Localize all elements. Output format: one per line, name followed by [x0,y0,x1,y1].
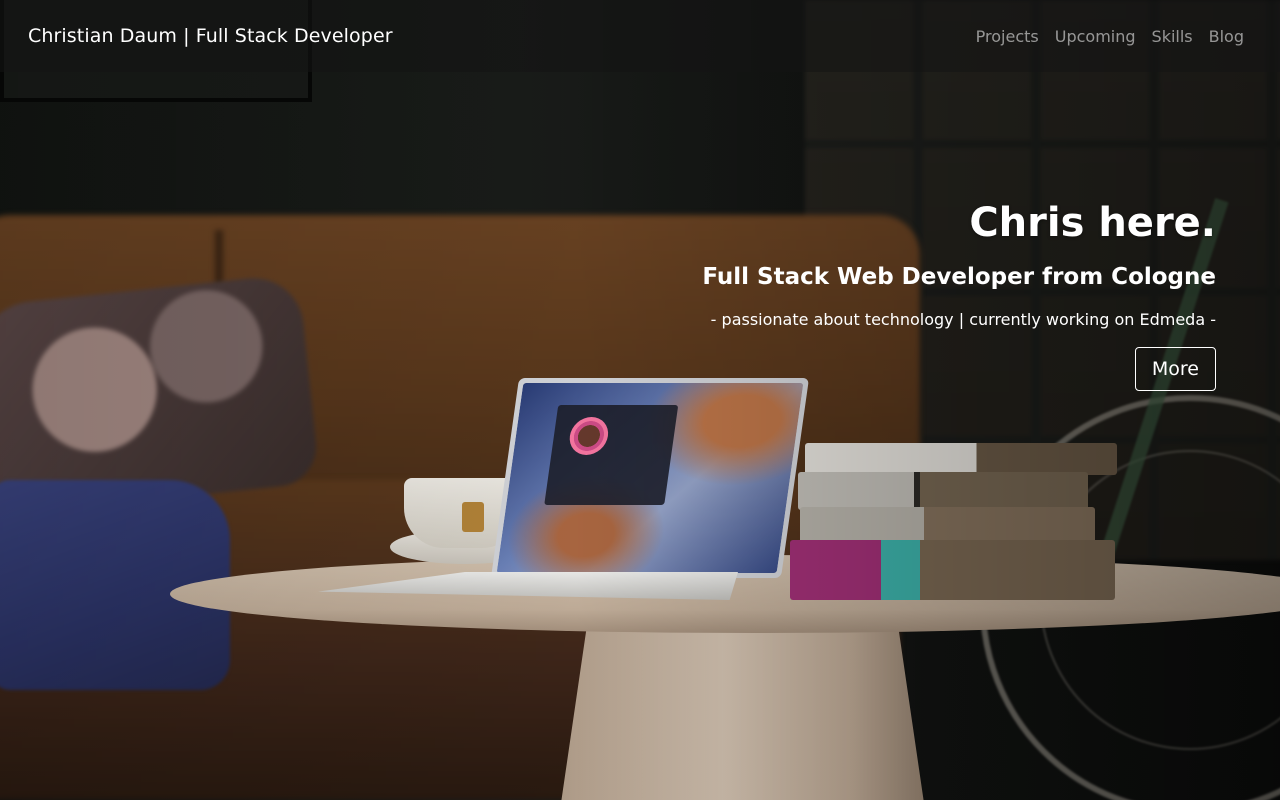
hero-tagline: - passionate about technology | currentl… [710,310,1216,329]
hero-title: Chris here. [969,200,1216,246]
photo-overlay [0,0,1280,800]
hero-content: Chris here. Full Stack Web Developer fro… [616,198,1216,391]
hero-background-photo [0,0,1280,800]
nav-link-skills[interactable]: Skills [1152,27,1193,46]
top-navbar: Christian Daum | Full Stack Developer Pr… [0,0,1280,72]
more-button[interactable]: More [1134,347,1216,391]
brand-link[interactable]: Christian Daum | Full Stack Developer [28,25,393,47]
nav-link-projects[interactable]: Projects [976,27,1039,46]
nav-links: Projects Upcoming Skills Blog [976,27,1244,46]
nav-link-blog[interactable]: Blog [1209,27,1244,46]
nav-link-upcoming[interactable]: Upcoming [1055,27,1136,46]
hero-subtitle: Full Stack Web Developer from Cologne [702,264,1216,290]
